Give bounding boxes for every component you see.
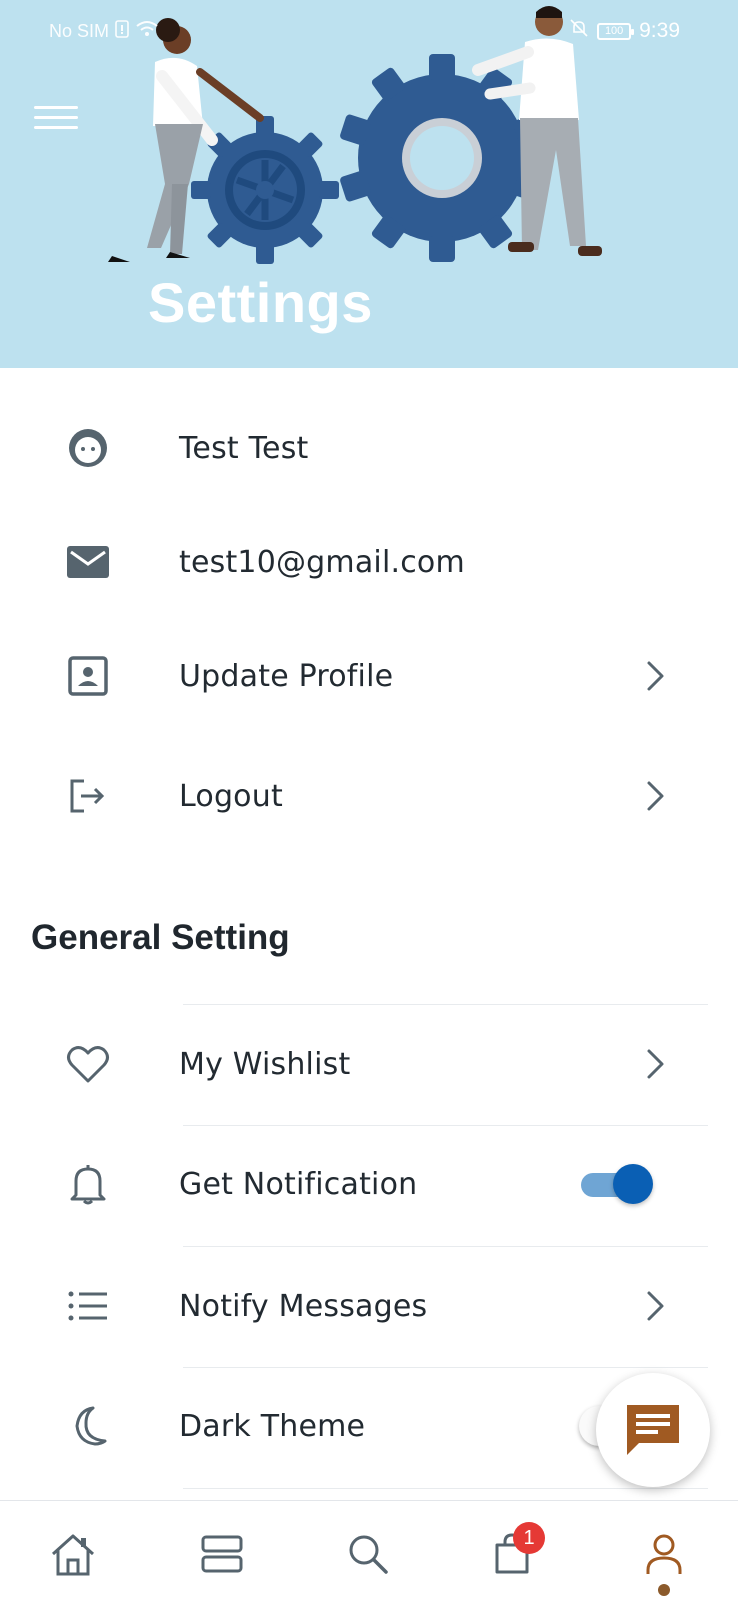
email-row: test10@gmail.com [0, 532, 738, 592]
chevron-right-icon[interactable] [640, 656, 670, 696]
bell-icon [66, 1162, 110, 1206]
cart-badge: 1 [513, 1522, 545, 1554]
page-title: Settings [148, 271, 373, 334]
mute-icon [569, 18, 589, 44]
battery-icon: 100 [597, 22, 635, 40]
notify-messages-label: Notify Messages [179, 1288, 428, 1324]
mail-icon [66, 540, 110, 584]
profile-name-row: Test Test [0, 418, 738, 478]
chat-icon [627, 1405, 679, 1455]
wishlist-row[interactable]: My Wishlist [0, 1034, 738, 1094]
update-profile-row[interactable]: Update Profile [0, 646, 738, 706]
chevron-right-icon[interactable] [640, 1286, 670, 1326]
divider [183, 1246, 708, 1247]
divider [183, 1004, 708, 1005]
heart-icon [66, 1042, 110, 1086]
logout-row[interactable]: Logout [0, 766, 738, 826]
clock-text: 9:39 [639, 19, 680, 42]
logout-label: Logout [179, 778, 283, 814]
notification-label: Get Notification [179, 1166, 418, 1202]
header-banner: No SIM 100 9:39 Settings [0, 0, 738, 368]
chat-fab-button[interactable] [596, 1373, 710, 1487]
notification-row: Get Notification [0, 1154, 738, 1214]
categories-icon[interactable] [197, 1529, 247, 1579]
chevron-right-icon[interactable] [640, 1044, 670, 1084]
divider [183, 1488, 708, 1489]
active-tab-indicator [658, 1584, 670, 1596]
status-right: 100 9:39 [569, 18, 680, 44]
face-icon [66, 426, 110, 470]
home-icon[interactable] [48, 1529, 98, 1579]
carrier-text: No SIM [49, 21, 110, 41]
logout-icon [66, 774, 110, 818]
section-title-general: General Setting [31, 918, 290, 957]
profile-name: Test Test [179, 430, 309, 466]
email-text: test10@gmail.com [179, 544, 465, 580]
hamburger-menu-icon[interactable] [34, 106, 78, 132]
moon-icon [66, 1404, 110, 1448]
notification-toggle[interactable] [579, 1162, 655, 1206]
status-left: No SIM [49, 20, 159, 43]
chevron-right-icon[interactable] [640, 776, 670, 816]
bottom-navigation [0, 1500, 738, 1600]
account-icon[interactable] [639, 1529, 689, 1579]
contact-card-icon [66, 654, 110, 698]
wifi-icon [135, 20, 159, 43]
sim-alert-icon [115, 20, 129, 43]
dark-theme-label: Dark Theme [179, 1408, 366, 1444]
divider [183, 1367, 708, 1368]
search-icon[interactable] [343, 1529, 393, 1579]
status-bar: No SIM 100 9:39 [0, 0, 738, 62]
update-profile-label: Update Profile [179, 658, 394, 694]
divider [183, 1125, 708, 1126]
wishlist-label: My Wishlist [179, 1046, 351, 1082]
list-icon [66, 1284, 110, 1328]
notify-messages-row[interactable]: Notify Messages [0, 1276, 738, 1336]
